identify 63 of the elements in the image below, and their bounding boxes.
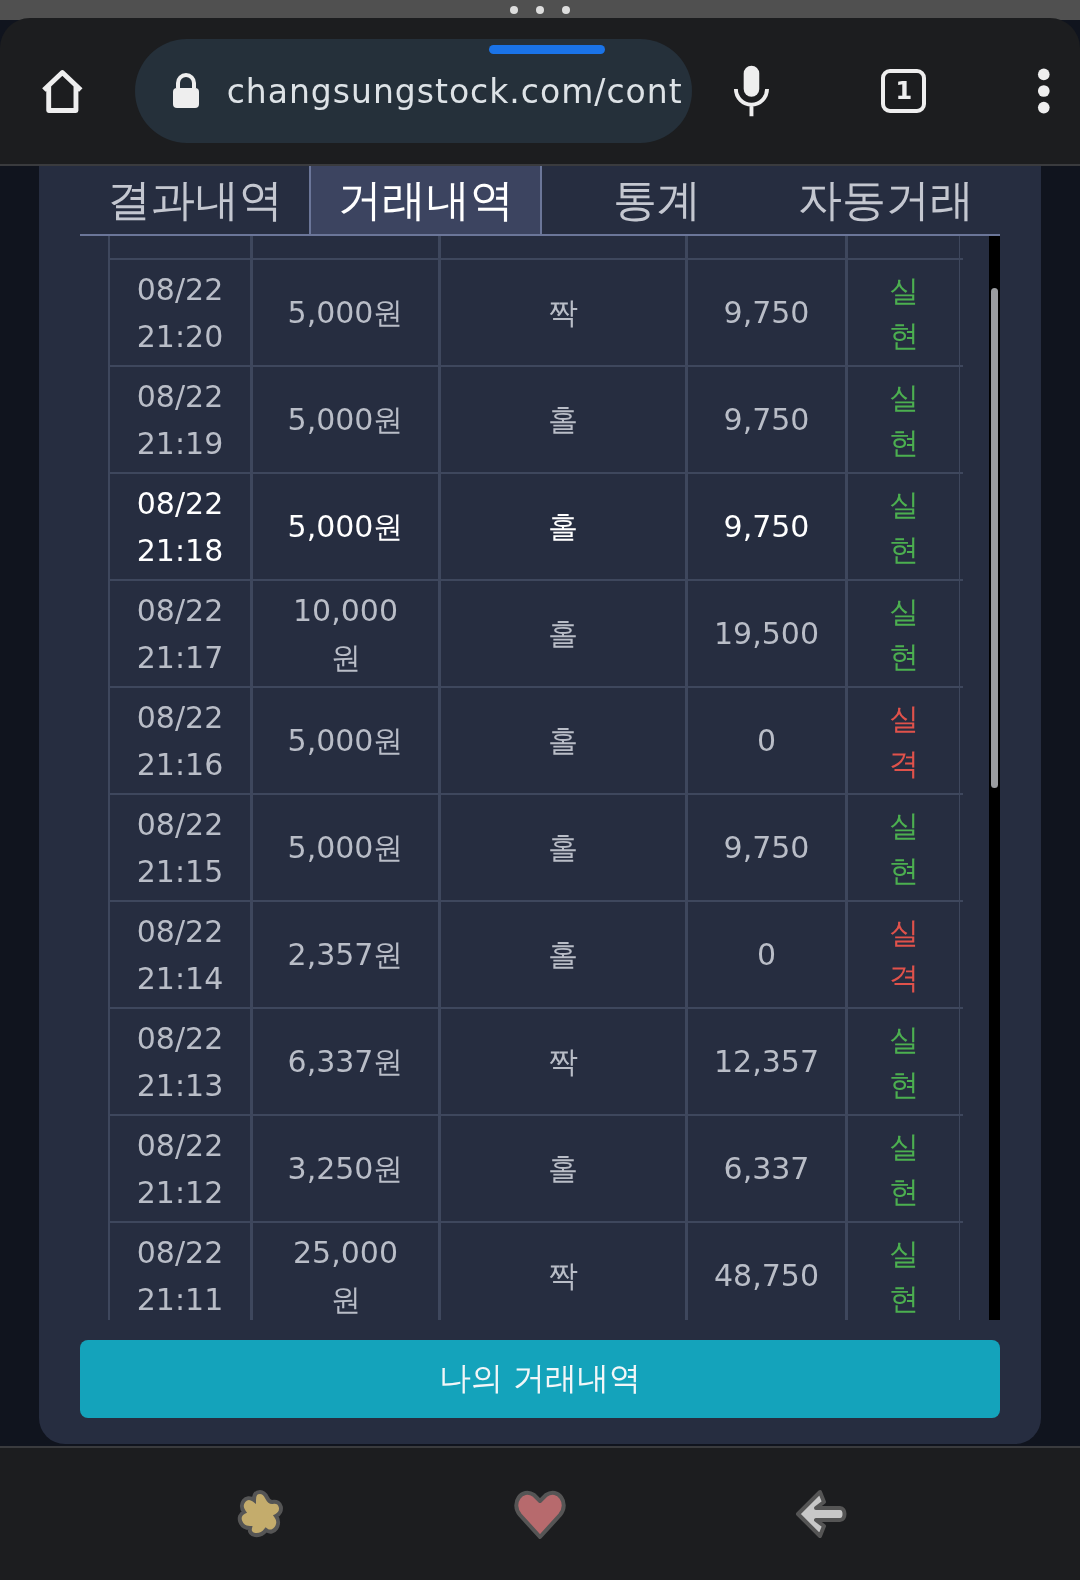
address-bar[interactable]: changsungstock.com/cont (134, 39, 693, 143)
payout-cell: 0 (686, 688, 846, 793)
date-time-cell: 08/22 21:16 (108, 688, 251, 793)
tab[interactable]: 거래내역 (309, 166, 542, 234)
amount-cell: 10,000원 (251, 581, 439, 686)
payout-cell: 19,500 (686, 581, 846, 686)
result-cell: 실현 (846, 795, 960, 900)
pick-cell: 짝 (439, 260, 686, 365)
payout-cell: 0 (686, 902, 846, 1007)
window-dots-icon[interactable] (510, 6, 570, 14)
url-text: changsungstock.com/cont (226, 71, 683, 111)
tab[interactable]: 결과내역 (80, 166, 309, 234)
pick-cell: 홀 (439, 474, 686, 579)
result-cell: 실현 (846, 1223, 960, 1320)
pick-cell: 짝 (439, 1009, 686, 1114)
pick-cell: 홀 (439, 581, 686, 686)
date-time-cell: 08/22 21:17 (108, 581, 251, 686)
lock-icon (170, 73, 201, 109)
payout-cell: 48,750 (686, 1223, 846, 1320)
pick-cell: 홀 (439, 1116, 686, 1221)
date-time-cell: 08/22 21:14 (108, 902, 251, 1007)
result-cell: 실현 (846, 1009, 960, 1114)
result-cell: 실현 (846, 1116, 960, 1221)
date-time-cell: 08/22 21:19 (108, 367, 251, 472)
amount-cell: 6,337원 (251, 1009, 439, 1114)
payout-cell: 6,337 (686, 1116, 846, 1221)
result-cell: 실격 (846, 902, 960, 1007)
payout-cell: 9,750 (686, 795, 846, 900)
result-cell: 실현 (846, 581, 960, 686)
amount-cell: 5,000원 (251, 474, 439, 579)
result-cell: 실현 (846, 260, 960, 365)
payout-cell: 9,750 (686, 367, 846, 472)
payout-cell: 9,750 (686, 474, 846, 579)
payout-cell: 9,750 (686, 260, 846, 365)
date-time-cell: 08/22 21:11 (108, 1223, 251, 1320)
result-cell: 실현 (846, 367, 960, 472)
pick-cell: 홀 (439, 688, 686, 793)
pick-cell: 홀 (439, 902, 686, 1007)
microphone-icon[interactable] (732, 63, 772, 119)
scrollbar[interactable] (989, 236, 1000, 1320)
amount-cell: 25,000원 (251, 1223, 439, 1320)
payout-cell: 12,357 (686, 1009, 846, 1114)
date-time-cell: 08/22 21:20 (108, 260, 251, 365)
tab[interactable]: 자동거래 (771, 166, 1000, 234)
menu-icon[interactable] (1036, 67, 1052, 115)
tab[interactable]: 통계 (542, 166, 771, 234)
amount-cell: 5,000원 (251, 367, 439, 472)
amount-cell: 2,357원 (251, 902, 439, 1007)
date-time-cell: 08/22 21:18 (108, 474, 251, 579)
tab-count[interactable]: 1 (881, 69, 927, 113)
date-time-cell: 08/22 21:13 (108, 1009, 251, 1114)
result-cell: 실격 (846, 688, 960, 793)
pick-cell: 홀 (439, 795, 686, 900)
date-time-cell: 08/22 21:12 (108, 1116, 251, 1221)
amount-cell: 3,250원 (251, 1116, 439, 1221)
pick-cell: 짝 (439, 1223, 686, 1320)
drag-handle[interactable] (488, 45, 605, 54)
pick-cell: 홀 (439, 367, 686, 472)
result-cell: 실현 (846, 474, 960, 579)
amount-cell: 5,000원 (251, 795, 439, 900)
date-time-cell: 08/22 21:15 (108, 795, 251, 900)
amount-cell: 5,000원 (251, 260, 439, 365)
amount-cell: 5,000원 (251, 688, 439, 793)
